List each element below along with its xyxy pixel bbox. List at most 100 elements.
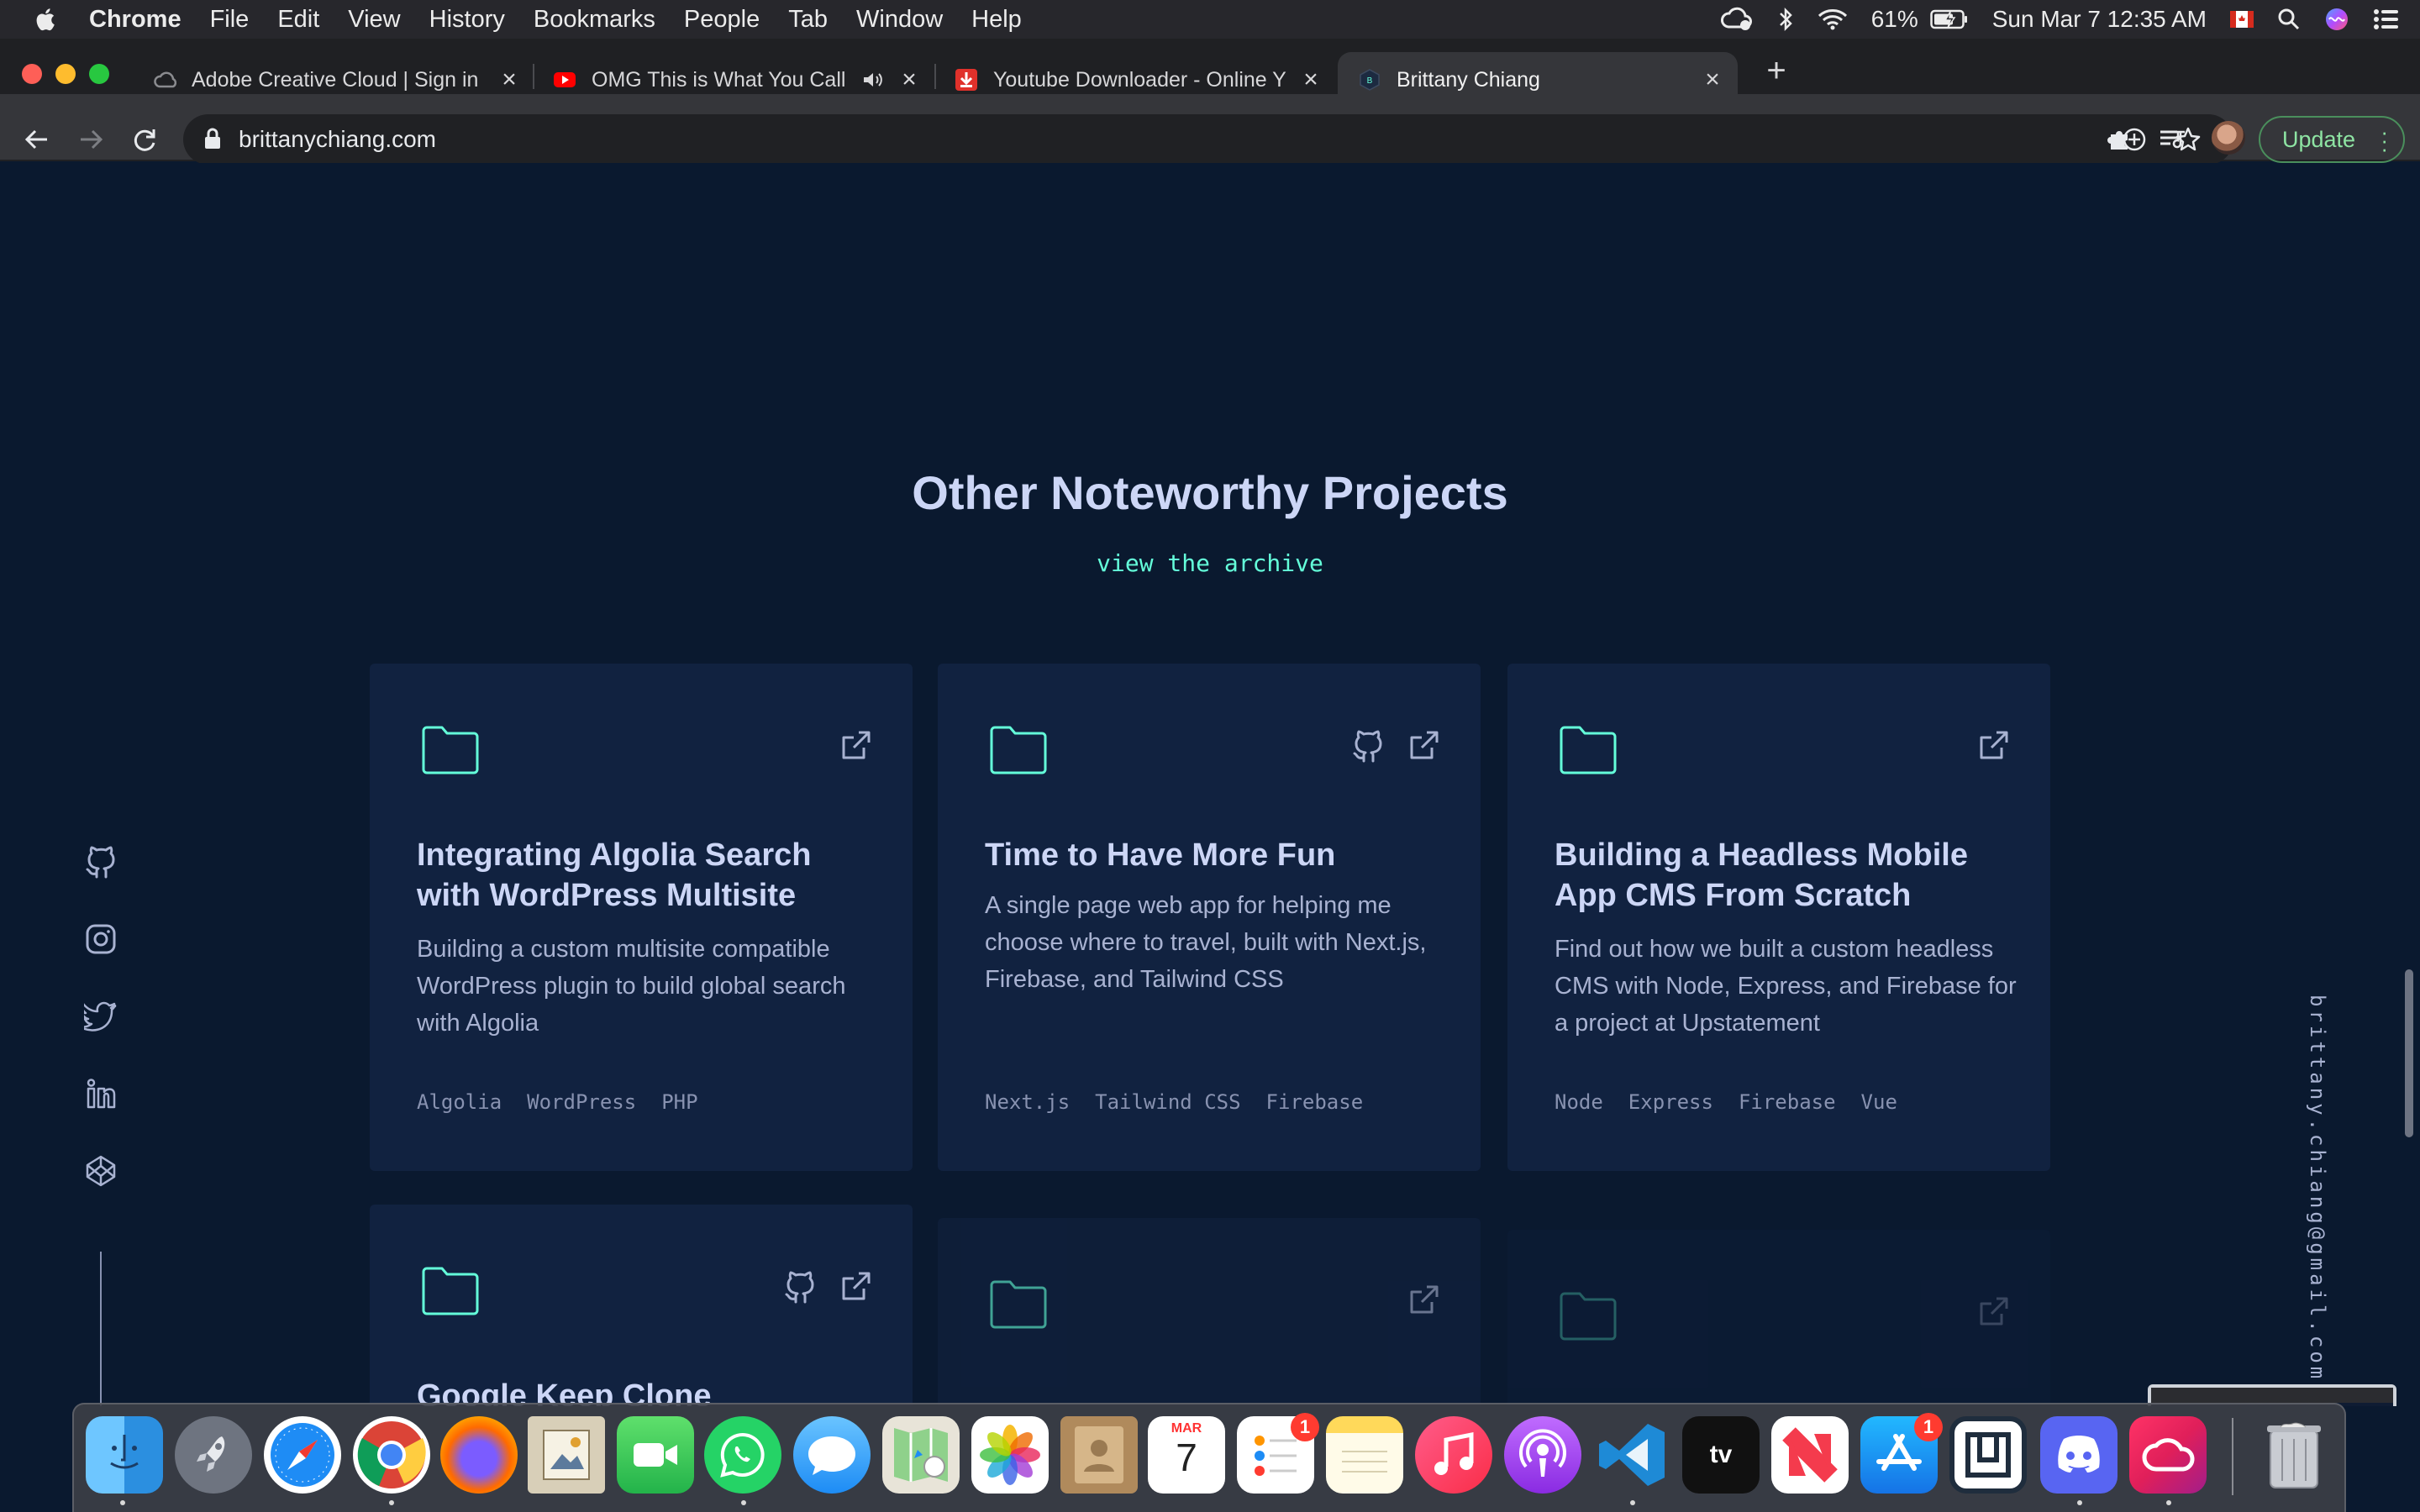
zoom-window-button[interactable] [89, 64, 109, 84]
close-tab-icon[interactable]: × [496, 66, 523, 93]
twitter-link[interactable] [82, 998, 119, 1035]
chrome-icon[interactable] [353, 1416, 430, 1494]
running-indicator [120, 1500, 125, 1505]
launchpad-icon[interactable] [175, 1416, 252, 1494]
project-card[interactable]: Building a Headless Mobile App CMS From … [1507, 664, 2050, 1171]
spotlight-search-icon[interactable] [2277, 8, 2301, 31]
external-link-icon[interactable] [1407, 1284, 1440, 1317]
project-card[interactable] [938, 1218, 1481, 1406]
discord-icon[interactable] [2040, 1416, 2118, 1494]
project-title[interactable]: Google Keep Clone [417, 1376, 871, 1406]
music-icon[interactable] [1415, 1416, 1492, 1494]
notes-icon[interactable] [1326, 1416, 1403, 1494]
project-card[interactable] [1507, 1230, 2050, 1406]
view-archive-link[interactable]: view the archive [0, 549, 2420, 577]
input-source-flag-icon[interactable] [2230, 11, 2254, 28]
project-title[interactable]: Integrating Algolia Search with WordPres… [417, 835, 871, 916]
speaker-audio-icon[interactable] [862, 71, 884, 89]
project-card[interactable]: Time to Have More Fun A single page web … [938, 664, 1481, 1171]
github-link[interactable] [82, 843, 119, 880]
codepen-icon [86, 1155, 116, 1187]
wifi-icon[interactable] [1818, 8, 1848, 31]
calendar-icon[interactable]: MAR 7 [1148, 1416, 1225, 1494]
youtube-icon [554, 72, 576, 87]
back-button[interactable] [20, 123, 54, 156]
update-button[interactable]: Update · · · [2259, 116, 2405, 163]
close-tab-icon[interactable]: × [1699, 66, 1726, 93]
folder-icon [1560, 726, 1617, 774]
menu-help[interactable]: Help [971, 6, 1022, 34]
forward-button[interactable] [74, 123, 108, 156]
reload-button[interactable] [128, 123, 161, 156]
project-description: Find out how we built a custom headless … [1555, 936, 2017, 1037]
menu-history[interactable]: History [429, 6, 505, 34]
menu-people[interactable]: People [684, 6, 760, 34]
podcasts-icon[interactable] [1504, 1416, 1581, 1494]
apple-tv-icon[interactable]: tv [1682, 1416, 1760, 1494]
email-link[interactable]: brittany.chiang@gmail.com [2306, 995, 2329, 1382]
vscode-icon[interactable] [1593, 1416, 1670, 1494]
maps-icon[interactable] [882, 1416, 960, 1494]
extensions-button[interactable] [2102, 123, 2136, 156]
url-text[interactable]: brittanychiang.com [239, 126, 436, 153]
folder-icon [1560, 1292, 1617, 1341]
framer-app-icon[interactable] [1949, 1416, 2027, 1494]
project-card[interactable]: Integrating Algolia Search with WordPres… [370, 664, 913, 1171]
more-vertical-icon[interactable]: · · · [2381, 121, 2388, 160]
close-tab-icon[interactable]: × [1297, 66, 1324, 93]
contacts-icon[interactable] [1060, 1416, 1138, 1494]
close-window-button[interactable] [22, 64, 42, 84]
external-link-icon[interactable] [1976, 1295, 2010, 1329]
reminders-icon[interactable]: 1 [1237, 1413, 1319, 1494]
apple-menu-icon[interactable] [32, 5, 60, 34]
project-title[interactable]: Time to Have More Fun [985, 835, 1439, 875]
menu-app-name[interactable]: Chrome [89, 6, 182, 34]
photos-icon[interactable] [971, 1416, 1049, 1494]
media-controls-button[interactable] [2156, 123, 2190, 156]
menu-bookmarks[interactable]: Bookmarks [534, 6, 655, 34]
finder-icon[interactable] [86, 1416, 163, 1494]
menu-file[interactable]: File [210, 6, 250, 34]
external-link-icon[interactable] [839, 729, 872, 763]
messages-icon[interactable] [793, 1416, 871, 1494]
close-tab-icon[interactable]: × [896, 66, 923, 93]
facetime-icon[interactable] [617, 1416, 694, 1494]
control-center-icon[interactable] [2373, 8, 2400, 30]
firefox-icon[interactable] [440, 1416, 518, 1494]
external-link-icon[interactable] [839, 1270, 872, 1304]
menu-view[interactable]: View [348, 6, 400, 34]
project-card[interactable]: Google Keep Clone [370, 1205, 913, 1406]
profile-avatar[interactable] [2212, 121, 2245, 155]
project-tech-list: Node Express Firebase Vue [1555, 1090, 1897, 1114]
external-link-icon[interactable] [1976, 729, 2010, 763]
clock[interactable]: Sun Mar 7 12:35 AM [1992, 6, 2207, 33]
bluetooth-icon[interactable] [1777, 7, 1794, 32]
app-store-icon[interactable]: 1 [1860, 1413, 1943, 1494]
instagram-link[interactable] [82, 921, 119, 958]
creative-cloud-app-icon[interactable] [2129, 1416, 2207, 1494]
external-link-icon[interactable] [1407, 729, 1440, 763]
news-icon[interactable] [1771, 1416, 1849, 1494]
github-icon[interactable] [1351, 729, 1385, 763]
minimize-window-button[interactable] [55, 64, 76, 84]
tech-tag: Vue [1860, 1090, 1897, 1114]
address-bar[interactable]: brittanychiang.com [183, 114, 2233, 165]
siri-icon[interactable] [2324, 7, 2349, 32]
menu-tab[interactable]: Tab [788, 6, 828, 34]
github-icon[interactable] [783, 1270, 817, 1304]
project-title[interactable]: Building a Headless Mobile App CMS From … [1555, 835, 2008, 916]
battery-icon[interactable] [1929, 8, 1969, 30]
creative-cloud-status-icon[interactable] [1720, 7, 1754, 32]
trash-icon[interactable] [2255, 1416, 2333, 1494]
running-indicator [741, 1500, 746, 1505]
codepen-link[interactable] [82, 1152, 119, 1189]
lock-icon[interactable] [203, 128, 222, 150]
safari-icon[interactable] [264, 1416, 341, 1494]
new-tab-button[interactable]: + [1760, 54, 1793, 89]
menu-window[interactable]: Window [856, 6, 943, 34]
preview-app-icon[interactable] [528, 1416, 605, 1494]
menu-edit[interactable]: Edit [277, 6, 319, 34]
linkedin-link[interactable] [82, 1075, 119, 1112]
scrollbar-thumb[interactable] [2405, 969, 2413, 1137]
whatsapp-icon[interactable] [704, 1416, 781, 1494]
